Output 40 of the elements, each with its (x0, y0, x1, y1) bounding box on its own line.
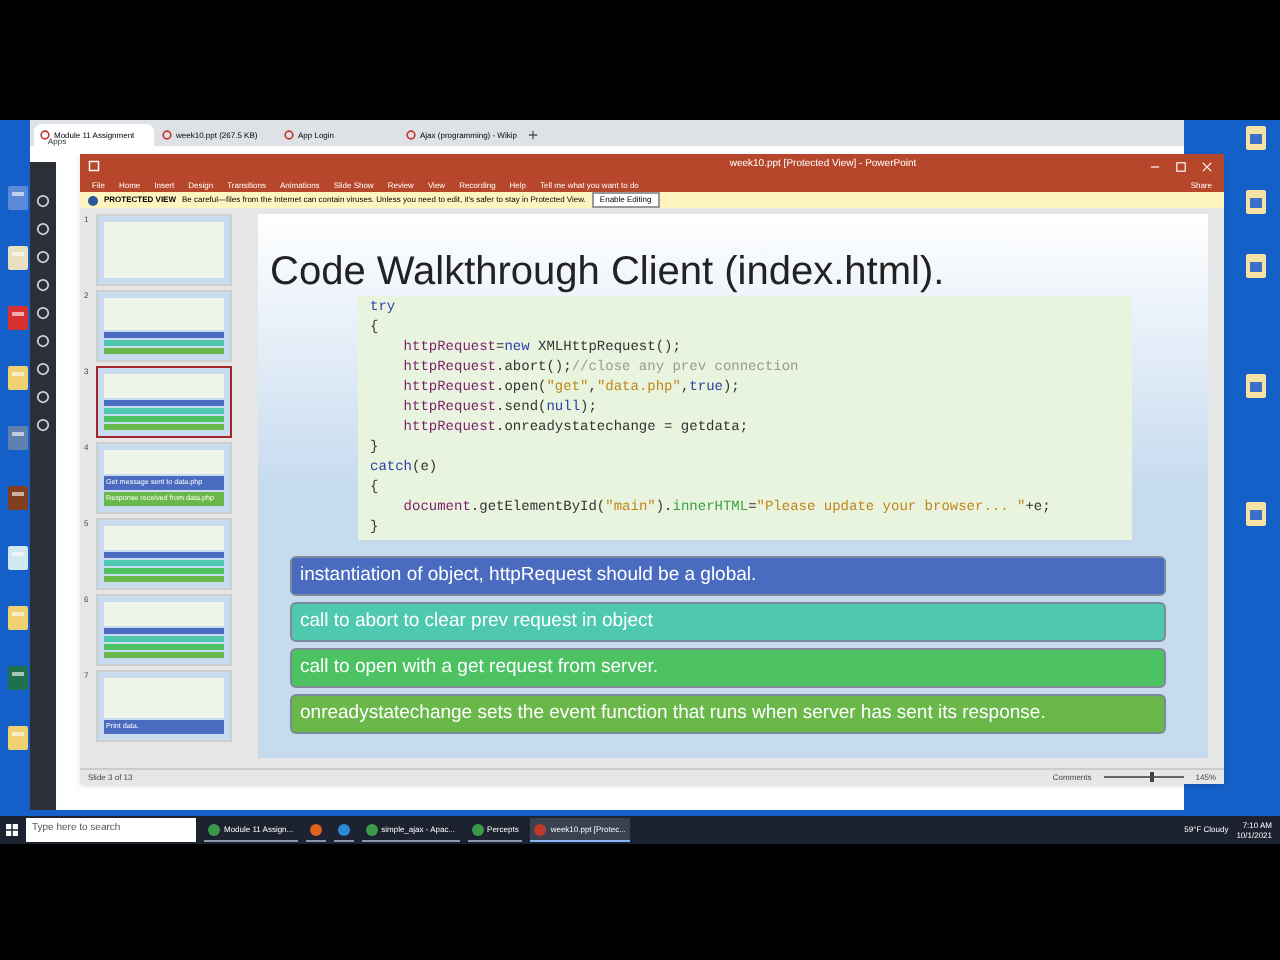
app-icon (534, 823, 547, 835)
info-icon (88, 195, 98, 205)
app-icon (337, 823, 350, 835)
minimize-icon[interactable] (1150, 161, 1160, 171)
app-icon (208, 823, 220, 835)
desktop-file-icon[interactable] (6, 364, 30, 392)
desktop-file-icon[interactable] (6, 184, 30, 212)
site-icon (284, 130, 294, 140)
app-icon (309, 823, 322, 835)
desktop-file-icon[interactable] (6, 604, 30, 632)
slide-thumbnail[interactable] (96, 366, 232, 438)
slide-title: Code Walkthrough Client (index.html). (268, 248, 947, 296)
desktop-file-icon[interactable] (6, 424, 30, 452)
site-icon (406, 130, 416, 140)
desktop-file-icon[interactable] (6, 724, 30, 752)
save-icon[interactable] (88, 160, 100, 172)
desktop-file-icon[interactable] (6, 484, 30, 512)
maximize-icon[interactable] (1176, 161, 1186, 171)
bullet-bar: instantiation of object, httpRequest should be a global. (290, 556, 1166, 596)
app-icon (471, 823, 484, 835)
desktop-file-icon[interactable] (1244, 372, 1268, 400)
slider-thumb[interactable] (1149, 772, 1154, 782)
site-icon (40, 130, 50, 140)
close-icon[interactable] (1202, 161, 1212, 171)
desktop-file-icon[interactable] (1244, 500, 1268, 528)
desktop-file-icon[interactable] (1244, 252, 1268, 280)
start-icon[interactable] (6, 824, 18, 836)
app-icon (365, 823, 378, 835)
desktop-file-icon[interactable] (6, 544, 30, 572)
desktop-file-icon[interactable] (1244, 188, 1268, 216)
site-icon (162, 130, 172, 140)
taskbar-app-button[interactable] (305, 818, 326, 842)
taskbar-app-button[interactable] (333, 818, 354, 842)
desktop-file-icon[interactable] (1244, 124, 1268, 152)
bullet-bar: call to open with a get request from server. (290, 648, 1166, 688)
bullet-bar: call to abort to clear prev request in object (290, 602, 1166, 642)
new-tab-icon[interactable] (528, 130, 538, 140)
bullet-bar: onreadystatechange sets the event function that runs when server has sent its response. (290, 694, 1166, 734)
desktop-file-icon[interactable] (6, 244, 30, 272)
desktop-file-icon[interactable] (6, 664, 30, 692)
